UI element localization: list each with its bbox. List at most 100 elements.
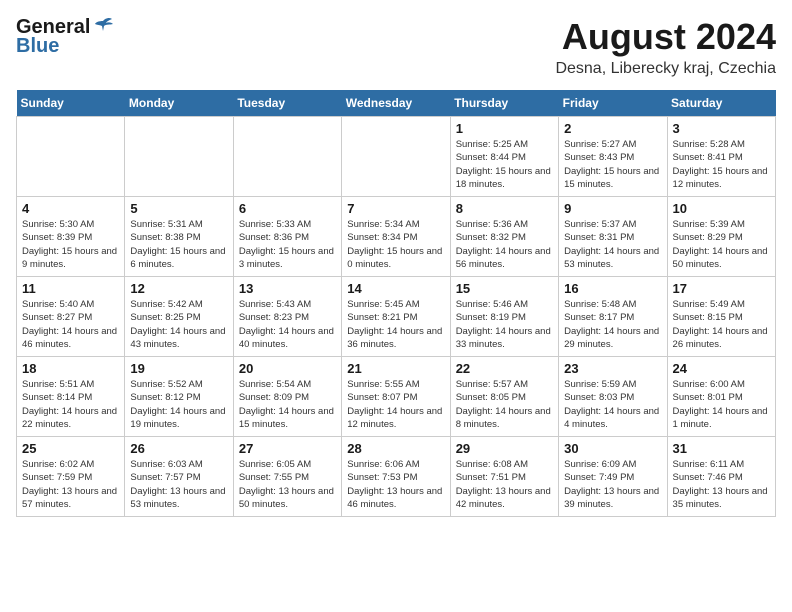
day-info: Sunrise: 5:48 AMSunset: 8:17 PMDaylight:… <box>564 298 661 351</box>
calendar-cell-18: 18 Sunrise: 5:51 AMSunset: 8:14 PMDayligh… <box>17 357 125 437</box>
day-number: 25 <box>22 441 119 456</box>
calendar-cell-empty <box>125 117 233 197</box>
logo-bird-icon <box>92 17 114 37</box>
day-number: 5 <box>130 201 227 216</box>
calendar-cell-8: 8Sunrise: 5:36 AMSunset: 8:32 PMDaylight… <box>450 197 558 277</box>
calendar-cell-empty <box>342 117 450 197</box>
calendar-table: SundayMondayTuesdayWednesdayThursdayFrid… <box>16 90 776 517</box>
calendar-cell-29: 29 Sunrise: 6:08 AMSunset: 7:51 PMDayligh… <box>450 437 558 517</box>
day-number: 24 <box>673 361 770 376</box>
column-header-saturday: Saturday <box>667 90 775 117</box>
day-number: 15 <box>456 281 553 296</box>
calendar-cell-15: 15 Sunrise: 5:46 AMSunset: 8:19 PMDayligh… <box>450 277 558 357</box>
day-info: Sunrise: 5:30 AMSunset: 8:39 PMDaylight:… <box>22 218 119 271</box>
calendar-cell-1: 1Sunrise: 5:25 AMSunset: 8:44 PMDaylight… <box>450 117 558 197</box>
column-header-monday: Monday <box>125 90 233 117</box>
day-number: 19 <box>130 361 227 376</box>
calendar-cell-empty <box>17 117 125 197</box>
day-number: 17 <box>673 281 770 296</box>
day-number: 26 <box>130 441 227 456</box>
day-info: Sunrise: 5:28 AMSunset: 8:41 PMDaylight:… <box>673 138 770 191</box>
day-info: Sunrise: 5:52 AMSunset: 8:12 PMDaylight:… <box>130 378 227 431</box>
day-number: 31 <box>673 441 770 456</box>
day-info: Sunrise: 5:40 AMSunset: 8:27 PMDaylight:… <box>22 298 119 351</box>
day-info: Sunrise: 5:25 AMSunset: 8:44 PMDaylight:… <box>456 138 553 191</box>
day-info: Sunrise: 5:34 AMSunset: 8:34 PMDaylight:… <box>347 218 444 271</box>
day-info: Sunrise: 5:46 AMSunset: 8:19 PMDaylight:… <box>456 298 553 351</box>
day-number: 10 <box>673 201 770 216</box>
day-number: 18 <box>22 361 119 376</box>
calendar-cell-12: 12 Sunrise: 5:42 AMSunset: 8:25 PMDayligh… <box>125 277 233 357</box>
calendar-cell-23: 23 Sunrise: 5:59 AMSunset: 8:03 PMDayligh… <box>559 357 667 437</box>
day-info: Sunrise: 5:37 AMSunset: 8:31 PMDaylight:… <box>564 218 661 271</box>
column-header-sunday: Sunday <box>17 90 125 117</box>
day-info: Sunrise: 5:39 AMSunset: 8:29 PMDaylight:… <box>673 218 770 271</box>
calendar-cell-20: 20Sunrise: 5:54 AMSunset: 8:09 PMDayligh… <box>233 357 341 437</box>
day-number: 21 <box>347 361 444 376</box>
day-number: 13 <box>239 281 336 296</box>
calendar-cell-empty <box>233 117 341 197</box>
day-number: 28 <box>347 441 444 456</box>
day-info: Sunrise: 5:31 AMSunset: 8:38 PMDaylight:… <box>130 218 227 271</box>
calendar-cell-13: 13Sunrise: 5:43 AMSunset: 8:23 PMDayligh… <box>233 277 341 357</box>
day-info: Sunrise: 5:51 AMSunset: 8:14 PMDaylight:… <box>22 378 119 431</box>
calendar-cell-14: 14Sunrise: 5:45 AMSunset: 8:21 PMDayligh… <box>342 277 450 357</box>
day-number: 27 <box>239 441 336 456</box>
column-header-friday: Friday <box>559 90 667 117</box>
day-info: Sunrise: 6:08 AMSunset: 7:51 PMDaylight:… <box>456 458 553 511</box>
calendar-cell-17: 17 Sunrise: 5:49 AMSunset: 8:15 PMDayligh… <box>667 277 775 357</box>
day-info: Sunrise: 5:42 AMSunset: 8:25 PMDaylight:… <box>130 298 227 351</box>
logo: General Blue <box>16 16 114 58</box>
week-row-1: 1Sunrise: 5:25 AMSunset: 8:44 PMDaylight… <box>17 117 776 197</box>
day-info: Sunrise: 5:49 AMSunset: 8:15 PMDaylight:… <box>673 298 770 351</box>
column-header-thursday: Thursday <box>450 90 558 117</box>
calendar-cell-31: 31Sunrise: 6:11 AMSunset: 7:46 PMDayligh… <box>667 437 775 517</box>
column-header-tuesday: Tuesday <box>233 90 341 117</box>
day-number: 23 <box>564 361 661 376</box>
calendar-cell-6: 6Sunrise: 5:33 AMSunset: 8:36 PMDaylight… <box>233 197 341 277</box>
calendar-cell-2: 2 Sunrise: 5:27 AMSunset: 8:43 PMDaylight… <box>559 117 667 197</box>
calendar-cell-28: 28Sunrise: 6:06 AMSunset: 7:53 PMDayligh… <box>342 437 450 517</box>
calendar-cell-30: 30Sunrise: 6:09 AMSunset: 7:49 PMDayligh… <box>559 437 667 517</box>
day-number: 30 <box>564 441 661 456</box>
location-title: Desna, Liberecky kraj, Czechia <box>555 60 776 78</box>
day-info: Sunrise: 6:05 AMSunset: 7:55 PMDaylight:… <box>239 458 336 511</box>
week-row-4: 18 Sunrise: 5:51 AMSunset: 8:14 PMDayligh… <box>17 357 776 437</box>
calendar-cell-16: 16 Sunrise: 5:48 AMSunset: 8:17 PMDayligh… <box>559 277 667 357</box>
calendar-cell-27: 27 Sunrise: 6:05 AMSunset: 7:55 PMDayligh… <box>233 437 341 517</box>
calendar-cell-26: 26 Sunrise: 6:03 AMSunset: 7:57 PMDayligh… <box>125 437 233 517</box>
calendar-cell-19: 19 Sunrise: 5:52 AMSunset: 8:12 PMDayligh… <box>125 357 233 437</box>
calendar-cell-11: 11 Sunrise: 5:40 AMSunset: 8:27 PMDayligh… <box>17 277 125 357</box>
day-number: 4 <box>22 201 119 216</box>
calendar-cell-10: 10 Sunrise: 5:39 AMSunset: 8:29 PMDayligh… <box>667 197 775 277</box>
day-info: Sunrise: 6:00 AMSunset: 8:01 PMDaylight:… <box>673 378 770 431</box>
day-info: Sunrise: 5:33 AMSunset: 8:36 PMDaylight:… <box>239 218 336 271</box>
calendar-cell-22: 22Sunrise: 5:57 AMSunset: 8:05 PMDayligh… <box>450 357 558 437</box>
day-number: 11 <box>22 281 119 296</box>
calendar-cell-24: 24 Sunrise: 6:00 AMSunset: 8:01 PMDayligh… <box>667 357 775 437</box>
day-info: Sunrise: 5:57 AMSunset: 8:05 PMDaylight:… <box>456 378 553 431</box>
day-number: 20 <box>239 361 336 376</box>
day-info: Sunrise: 5:45 AMSunset: 8:21 PMDaylight:… <box>347 298 444 351</box>
day-number: 3 <box>673 121 770 136</box>
calendar-header-row: SundayMondayTuesdayWednesdayThursdayFrid… <box>17 90 776 117</box>
day-info: Sunrise: 5:59 AMSunset: 8:03 PMDaylight:… <box>564 378 661 431</box>
day-number: 2 <box>564 121 661 136</box>
day-number: 12 <box>130 281 227 296</box>
day-info: Sunrise: 5:27 AMSunset: 8:43 PMDaylight:… <box>564 138 661 191</box>
day-number: 29 <box>456 441 553 456</box>
day-info: Sunrise: 5:36 AMSunset: 8:32 PMDaylight:… <box>456 218 553 271</box>
week-row-3: 11 Sunrise: 5:40 AMSunset: 8:27 PMDayligh… <box>17 277 776 357</box>
week-row-2: 4 Sunrise: 5:30 AMSunset: 8:39 PMDaylight… <box>17 197 776 277</box>
day-number: 9 <box>564 201 661 216</box>
calendar-cell-3: 3 Sunrise: 5:28 AMSunset: 8:41 PMDaylight… <box>667 117 775 197</box>
day-number: 16 <box>564 281 661 296</box>
day-info: Sunrise: 6:03 AMSunset: 7:57 PMDaylight:… <box>130 458 227 511</box>
calendar-cell-9: 9 Sunrise: 5:37 AMSunset: 8:31 PMDaylight… <box>559 197 667 277</box>
calendar-cell-25: 25Sunrise: 6:02 AMSunset: 7:59 PMDayligh… <box>17 437 125 517</box>
day-number: 7 <box>347 201 444 216</box>
column-header-wednesday: Wednesday <box>342 90 450 117</box>
month-title: August 2024 <box>555 16 776 58</box>
day-info: Sunrise: 5:55 AMSunset: 8:07 PMDaylight:… <box>347 378 444 431</box>
calendar-cell-5: 5 Sunrise: 5:31 AMSunset: 8:38 PMDaylight… <box>125 197 233 277</box>
